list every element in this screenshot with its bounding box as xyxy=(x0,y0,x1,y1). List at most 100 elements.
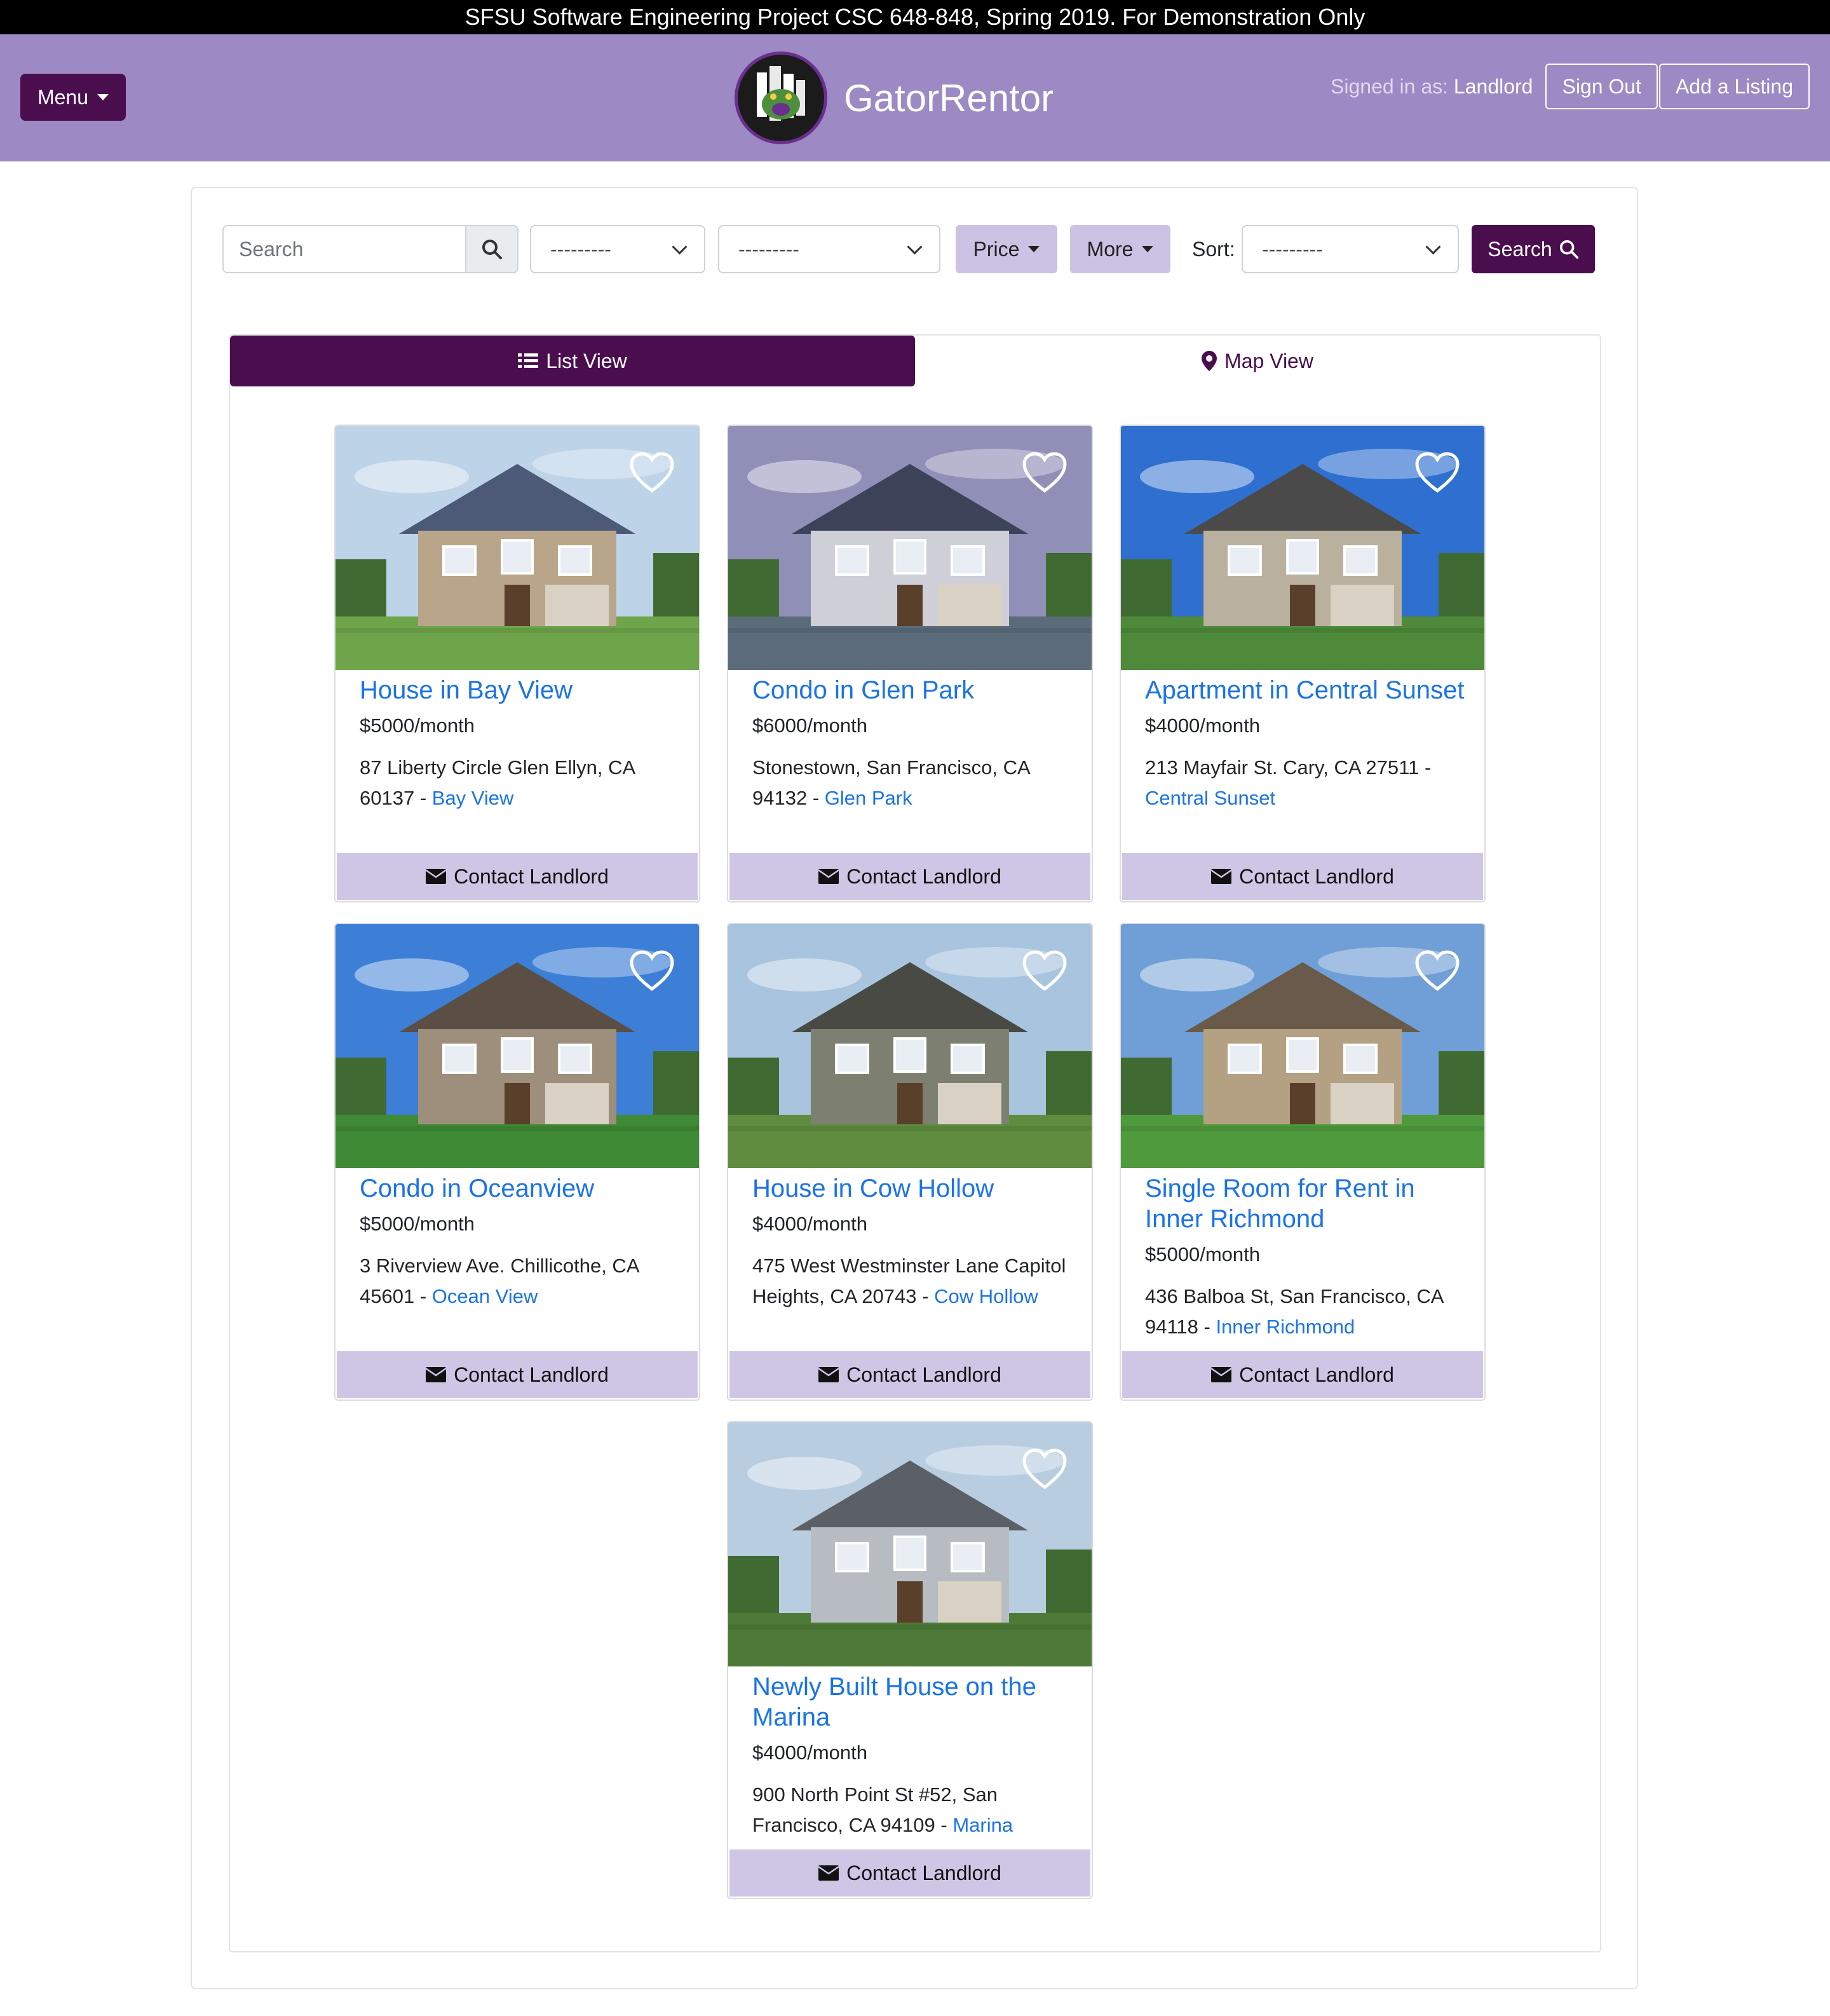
results-card: List View Map View House in Bay View $50… xyxy=(229,334,1601,1952)
brand[interactable]: GatorRentor xyxy=(735,50,1054,146)
contact-landlord-label: Contact Landlord xyxy=(846,1861,1001,1884)
contact-landlord-button[interactable]: Contact Landlord xyxy=(1122,1351,1483,1398)
add-listing-button[interactable]: Add a Listing xyxy=(1658,64,1810,109)
envelope-icon xyxy=(818,869,839,884)
listing-card: Condo in Oceanview $5000/month 3 Rivervi… xyxy=(334,923,700,1401)
listing-body: Newly Built House on the Marina $4000/mo… xyxy=(752,1669,1073,1841)
favorite-heart-icon[interactable] xyxy=(1022,451,1068,493)
signed-in-user: Landlord xyxy=(1453,74,1533,98)
listing-body: Condo in Glen Park $6000/month Stonestow… xyxy=(752,672,1073,814)
favorite-heart-icon[interactable] xyxy=(1022,950,1068,991)
sort-label: Sort: xyxy=(1192,238,1235,261)
listing-price: $4000/month xyxy=(1145,714,1260,737)
sign-out-button[interactable]: Sign Out xyxy=(1545,64,1658,109)
tab-list-view[interactable]: List View xyxy=(230,336,915,386)
contact-landlord-button[interactable]: Contact Landlord xyxy=(729,1351,1090,1398)
listing-price: $5000/month xyxy=(360,714,475,737)
tab-map-view-label: Map View xyxy=(1224,349,1313,372)
favorite-heart-icon[interactable] xyxy=(1414,451,1460,493)
listing-address: 213 Mayfair St. Cary, CA 27511 - Central… xyxy=(1145,753,1465,814)
listing-body: House in Bay View $5000/month 87 Liberty… xyxy=(360,672,680,814)
listing-price: $4000/month xyxy=(752,1213,867,1235)
listing-neighborhood-link[interactable]: Central Sunset xyxy=(1145,787,1275,809)
listing-card: House in Cow Hollow $4000/month 475 West… xyxy=(727,923,1093,1401)
map-marker-icon xyxy=(1202,351,1217,371)
gator-logo xyxy=(735,51,827,144)
brand-name: GatorRentor xyxy=(844,76,1054,119)
chevron-down-icon xyxy=(672,238,688,255)
listing-body: House in Cow Hollow $4000/month 475 West… xyxy=(752,1171,1073,1312)
contact-landlord-button[interactable]: Contact Landlord xyxy=(337,1351,698,1398)
favorite-heart-icon[interactable] xyxy=(629,950,675,991)
listing-title[interactable]: Newly Built House on the Marina xyxy=(752,1672,1073,1733)
contact-landlord-button[interactable]: Contact Landlord xyxy=(729,853,1090,900)
sort-select[interactable]: --------- xyxy=(1242,225,1459,273)
filter-select-1-value: --------- xyxy=(550,237,611,261)
demo-banner: SFSU Software Engineering Project CSC 64… xyxy=(0,0,1830,34)
listing-title[interactable]: House in Bay View xyxy=(360,675,680,705)
search-button[interactable]: Search xyxy=(1472,225,1595,273)
sort-select-value: --------- xyxy=(1262,237,1323,261)
listing-title[interactable]: House in Cow Hollow xyxy=(752,1173,1073,1204)
listing-body: Single Room for Rent in Inner Richmond $… xyxy=(1145,1171,1465,1342)
search-icon-button[interactable] xyxy=(465,225,518,273)
envelope-icon xyxy=(818,1865,839,1881)
listing-title[interactable]: Apartment in Central Sunset xyxy=(1145,675,1465,705)
listing-photo[interactable] xyxy=(1121,426,1484,670)
more-label: More xyxy=(1087,237,1134,261)
listing-neighborhood-link[interactable]: Inner Richmond xyxy=(1216,1316,1355,1338)
signed-in-status: Signed in as: Landlord xyxy=(1331,75,1533,99)
list-icon xyxy=(518,353,539,368)
contact-landlord-button[interactable]: Contact Landlord xyxy=(729,1849,1090,1897)
listing-price: $5000/month xyxy=(360,1213,475,1235)
listing-body: Condo in Oceanview $5000/month 3 Rivervi… xyxy=(360,1171,680,1312)
filter-select-2[interactable]: --------- xyxy=(718,225,940,273)
filter-select-1[interactable]: --------- xyxy=(530,225,705,273)
envelope-icon xyxy=(426,869,447,884)
contact-landlord-label: Contact Landlord xyxy=(846,864,1001,888)
contact-landlord-label: Contact Landlord xyxy=(1239,864,1394,888)
tab-map-view[interactable]: Map View xyxy=(915,336,1600,386)
listing-neighborhood-link[interactable]: Ocean View xyxy=(432,1285,538,1307)
favorite-heart-icon[interactable] xyxy=(1414,950,1460,991)
nav-right: Signed in as: Landlord Sign Out Add a Li… xyxy=(1331,62,1810,111)
envelope-icon xyxy=(818,1367,839,1382)
listing-neighborhood-link[interactable]: Bay View xyxy=(432,787,514,809)
listing-photo[interactable] xyxy=(336,426,699,670)
search-input[interactable]: Search xyxy=(222,225,466,273)
more-dropdown[interactable]: More xyxy=(1070,225,1170,273)
listing-neighborhood-link[interactable]: Glen Park xyxy=(825,787,912,809)
listing-address: 900 North Point St #52, San Francisco, C… xyxy=(752,1780,1073,1841)
contact-landlord-button[interactable]: Contact Landlord xyxy=(337,853,698,900)
listing-address: 475 West Westminster Lane Capitol Height… xyxy=(752,1251,1073,1312)
listing-title[interactable]: Single Room for Rent in Inner Richmond xyxy=(1145,1173,1465,1234)
contact-landlord-label: Contact Landlord xyxy=(1239,1363,1394,1386)
listing-photo[interactable] xyxy=(728,426,1092,670)
search-button-label: Search xyxy=(1488,237,1552,261)
listing-photo[interactable] xyxy=(728,1422,1092,1666)
contact-landlord-label: Contact Landlord xyxy=(846,1363,1001,1386)
tab-list-view-label: List View xyxy=(546,349,627,372)
listing-photo[interactable] xyxy=(728,924,1092,1168)
chevron-down-icon xyxy=(907,238,923,255)
envelope-icon xyxy=(1211,1367,1232,1382)
listing-price: $5000/month xyxy=(1145,1243,1260,1265)
navbar: Menu GatorRentor Signed in as: Landlord … xyxy=(0,34,1830,161)
price-label: Price xyxy=(973,237,1020,261)
favorite-heart-icon[interactable] xyxy=(1022,1448,1068,1490)
menu-label: Menu xyxy=(37,85,89,109)
listing-title[interactable]: Condo in Oceanview xyxy=(360,1173,680,1204)
listing-photo[interactable] xyxy=(336,924,699,1168)
contact-landlord-button[interactable]: Contact Landlord xyxy=(1122,853,1483,900)
listing-neighborhood-link[interactable]: Marina xyxy=(952,1814,1013,1836)
envelope-icon xyxy=(1211,869,1232,884)
menu-button[interactable]: Menu xyxy=(20,74,126,121)
favorite-heart-icon[interactable] xyxy=(629,451,675,493)
price-dropdown[interactable]: Price xyxy=(956,225,1057,273)
listing-neighborhood-link[interactable]: Cow Hollow xyxy=(934,1285,1038,1307)
listing-title[interactable]: Condo in Glen Park xyxy=(752,675,1073,705)
listing-photo[interactable] xyxy=(1121,924,1484,1168)
search-icon xyxy=(1559,240,1578,259)
listing-card: House in Bay View $5000/month 87 Liberty… xyxy=(334,425,700,902)
filter-bar: Search --------- --------- Price More So… xyxy=(222,225,1608,273)
